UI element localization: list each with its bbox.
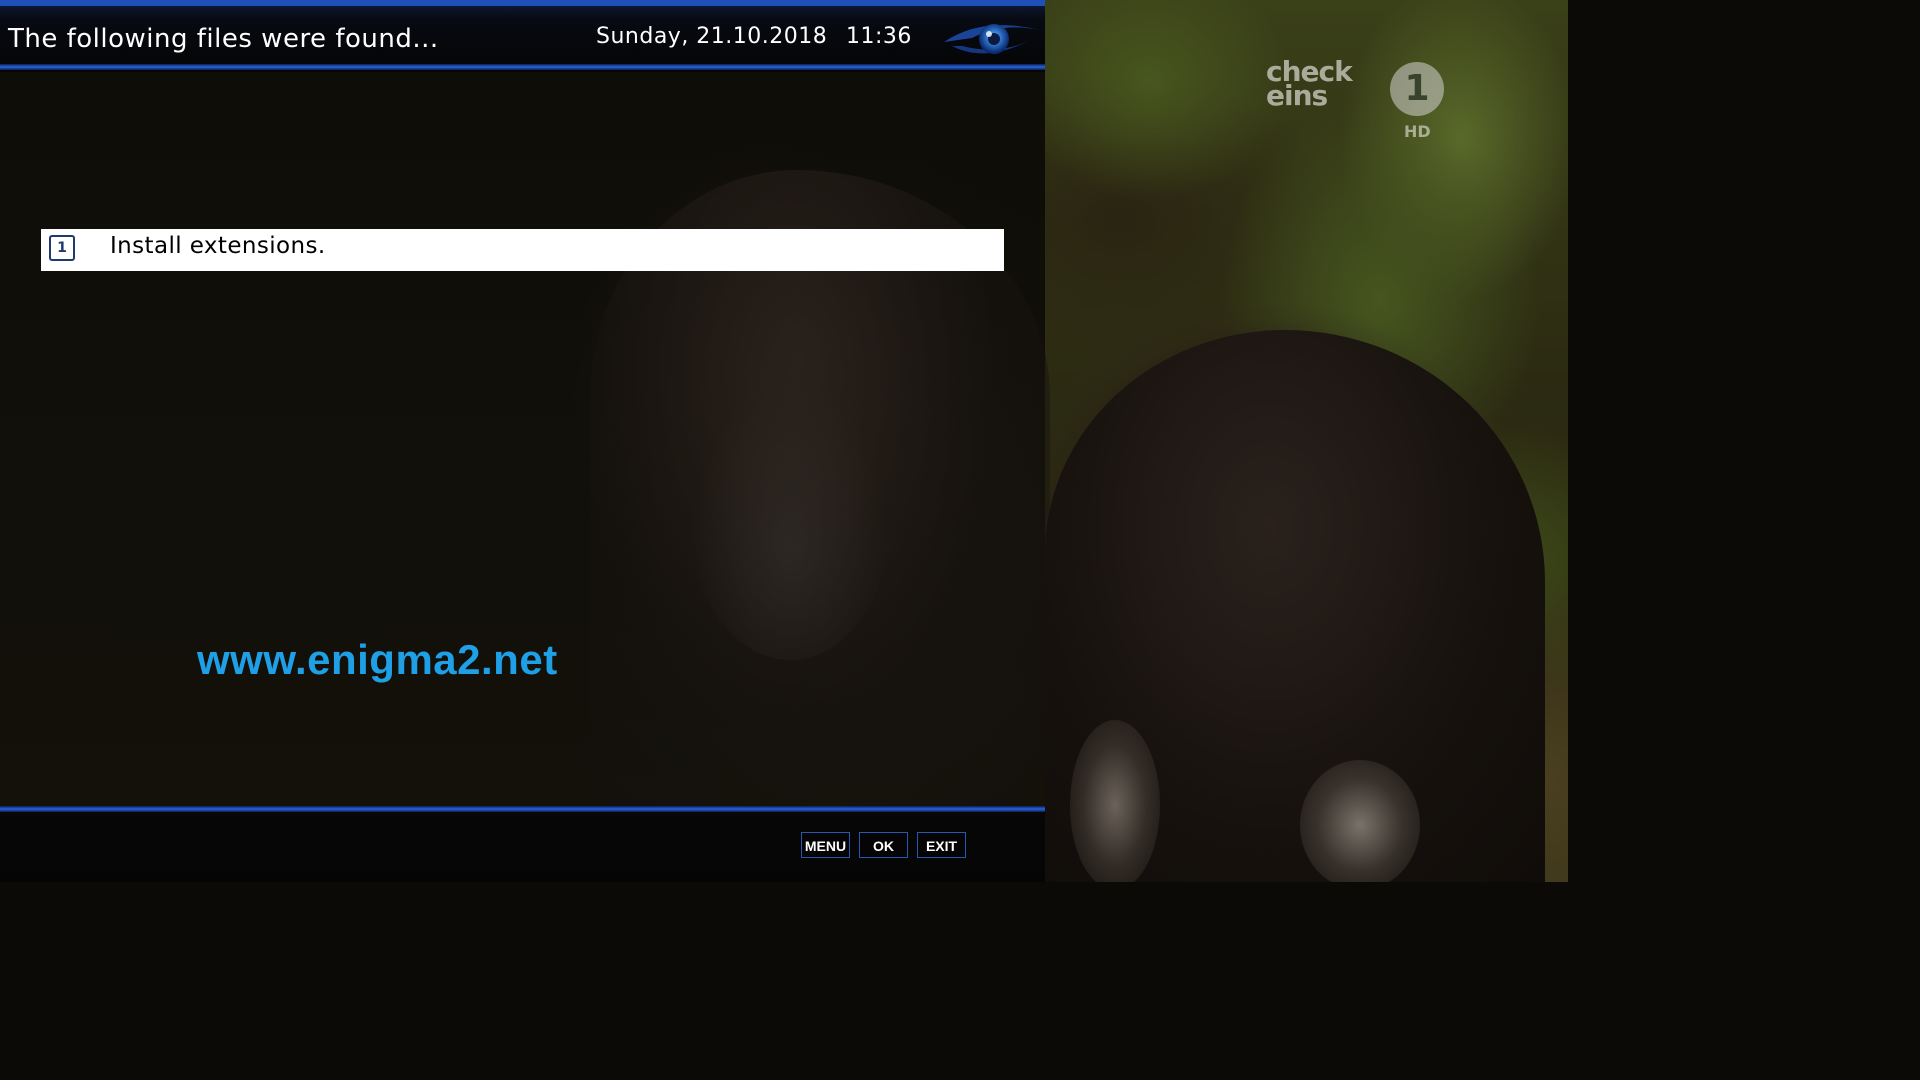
osd-panel: The following files were found... Sunday… [0, 0, 1050, 882]
menu-button[interactable]: MENU [801, 832, 850, 858]
channel-logo: check eins 1 HD [1262, 55, 1462, 150]
footer-divider [0, 806, 1045, 812]
number-key-icon: 1 [49, 235, 75, 261]
channel-number-icon: 1 [1390, 62, 1444, 116]
header-divider [0, 64, 1045, 70]
video-dog-muzzle [690, 380, 890, 660]
exit-button[interactable]: EXIT [917, 832, 966, 858]
file-list: 1 Install extensions. [41, 229, 1004, 271]
watermark-text: www.enigma2.net [197, 636, 558, 683]
ok-button[interactable]: OK [859, 832, 908, 858]
date-display: Sunday, 21.10.2018 [596, 24, 828, 49]
eye-logo-icon [944, 24, 1040, 54]
list-item-install-extensions[interactable]: 1 Install extensions. [41, 229, 1004, 271]
page-title: The following files were found... [8, 24, 439, 54]
video-fur-highlight [1070, 720, 1160, 882]
channel-logo-text: check eins [1266, 55, 1353, 112]
hd-badge: HD [1404, 122, 1431, 141]
tv-screen: check eins 1 HD The following files were … [0, 0, 1568, 882]
list-item-label: Install extensions. [110, 233, 326, 259]
video-fur-highlight [1300, 760, 1420, 882]
clock-display: 11:36 [846, 24, 912, 49]
